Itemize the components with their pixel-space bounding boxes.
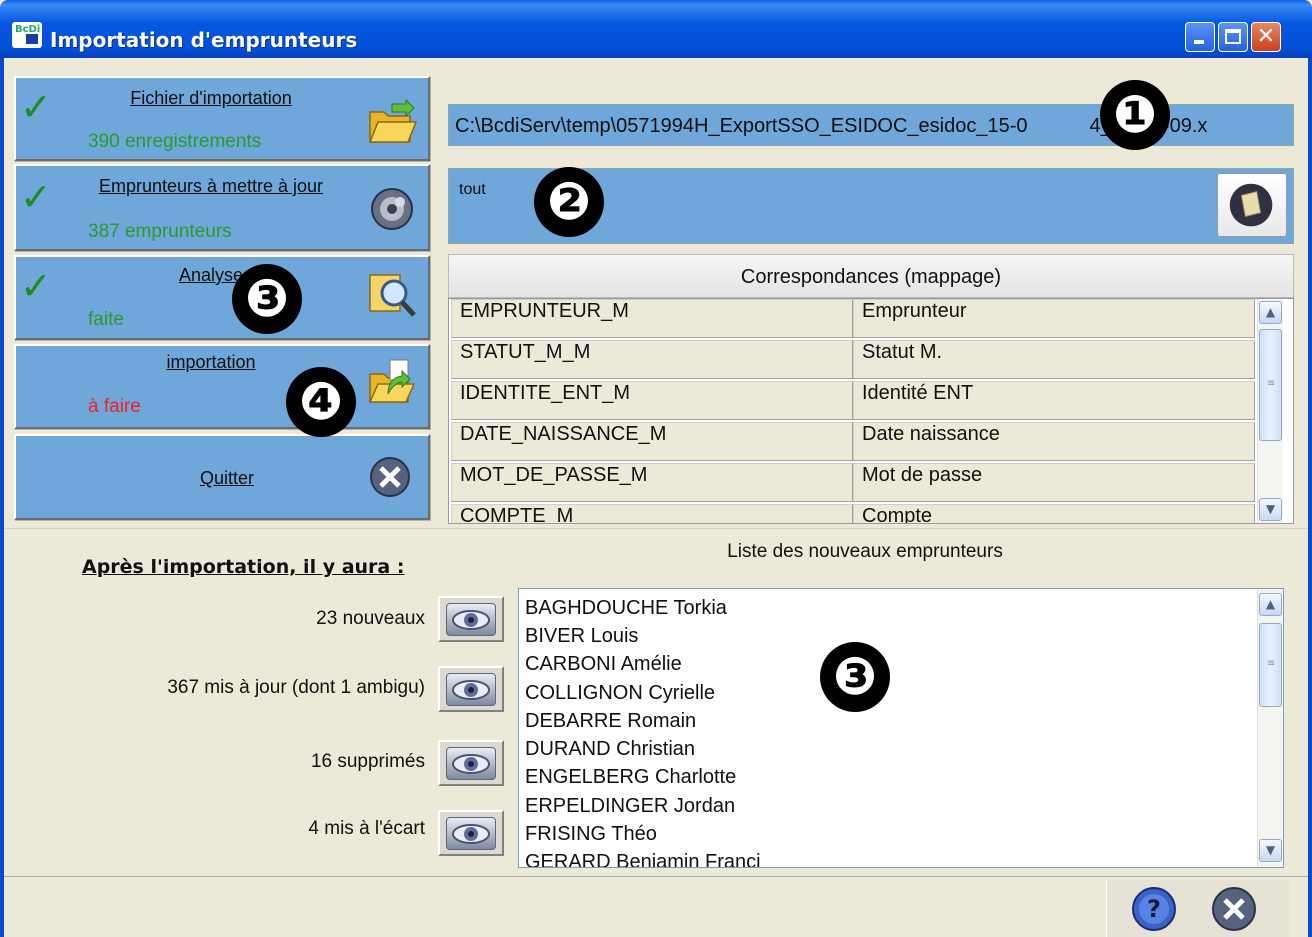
- annotation-marker: ❸: [820, 642, 890, 712]
- annotation-marker: ❹: [286, 367, 356, 437]
- mapping-label: Emprunteur: [853, 299, 1255, 338]
- eye-icon: [446, 603, 496, 636]
- scroll-down-button[interactable]: ▼: [1259, 839, 1282, 862]
- scroll-thumb[interactable]: ≡: [1259, 623, 1282, 707]
- mapping-row[interactable]: IDENTITE_ENT_M Identité ENT: [451, 381, 1293, 422]
- mapping-row[interactable]: EMPRUNTEUR_M Emprunteur: [451, 299, 1293, 340]
- title-bar[interactable]: BcDi Importation d'emprunteurs ✕: [0, 0, 1312, 58]
- mapping-label: Date naissance: [853, 422, 1255, 461]
- file-path-text: C:\BcdiServ\temp\0571994H_ExportSSO_ESID…: [455, 115, 1028, 137]
- step-analysis[interactable]: ✓ Analyse faite: [14, 255, 430, 340]
- list-item[interactable]: ERPELDINGER Jordan: [525, 795, 735, 818]
- step-import-file[interactable]: ✓ Fichier d'importation 390 enregistreme…: [14, 76, 430, 161]
- import-window: BcDi Importation d'emprunteurs ✕ ✓ Fichi…: [0, 0, 1312, 937]
- magnifier-icon[interactable]: [366, 269, 418, 319]
- step-title[interactable]: Emprunteurs à mettre à jour: [16, 176, 406, 197]
- list-item[interactable]: GERARD Benjamin Franci: [525, 851, 761, 867]
- list-item[interactable]: DEBARRE Romain: [525, 710, 696, 733]
- step-status: 387 emprunteurs: [88, 221, 232, 242]
- maximize-icon: [1225, 29, 1241, 44]
- mapping-field: IDENTITE_ENT_M: [451, 381, 853, 420]
- mapping-label: Identité ENT: [853, 381, 1255, 420]
- filter-button-icon: [1229, 183, 1273, 227]
- mapping-row[interactable]: STATUT_M_M Statut M.: [451, 340, 1293, 381]
- close-icon[interactable]: [1211, 886, 1257, 932]
- view-set-aside-button[interactable]: [438, 810, 504, 856]
- mapping-label: Statut M.: [853, 340, 1255, 379]
- scroll-up-button[interactable]: ▲: [1259, 593, 1282, 616]
- summary-title: Après l'importation, il y aura :: [82, 556, 405, 578]
- eye-icon: [446, 817, 496, 850]
- footer-buttons: ?: [1106, 880, 1289, 937]
- quit-label[interactable]: Quitter: [32, 468, 422, 489]
- view-new-button[interactable]: [438, 596, 504, 642]
- list-item[interactable]: BAGHDOUCHE Torkia: [525, 597, 727, 620]
- mapping-field: EMPRUNTEUR_M: [451, 299, 853, 338]
- stat-new: 23 nouveaux: [316, 608, 425, 629]
- mapping-row[interactable]: DATE_NAISSANCE_M Date naissance: [451, 422, 1293, 463]
- list-item[interactable]: BIVER Louis: [525, 625, 638, 648]
- minimize-button[interactable]: [1185, 22, 1215, 52]
- step-quit[interactable]: Quitter: [14, 434, 430, 520]
- mapping-row[interactable]: MOT_DE_PASSE_M Mot de passe: [451, 463, 1293, 504]
- step-import[interactable]: importation à faire: [14, 344, 430, 429]
- mapping-field: DATE_NAISSANCE_M: [451, 422, 853, 461]
- list-item[interactable]: ENGELBERG Charlotte: [525, 766, 736, 789]
- minimize-icon: [1194, 40, 1204, 44]
- close-window-button[interactable]: ✕: [1251, 22, 1281, 52]
- annotation-marker: ❶: [1100, 80, 1170, 150]
- step-title[interactable]: importation: [16, 352, 406, 373]
- mapping-label: Mot de passe: [853, 463, 1255, 502]
- scroll-thumb[interactable]: ≡: [1259, 329, 1282, 441]
- help-icon[interactable]: ?: [1131, 886, 1177, 932]
- eye-icon: [446, 747, 496, 780]
- step-borrowers-update[interactable]: ✓ Emprunteurs à mettre à jour 387 emprun…: [14, 164, 430, 251]
- list-item[interactable]: DURAND Christian: [525, 738, 695, 761]
- step-status: 390 enregistrements: [88, 131, 262, 152]
- folder-open-icon[interactable]: [366, 98, 418, 148]
- mapping-header: Correspondances (mappage): [448, 254, 1294, 298]
- view-updated-button[interactable]: [438, 666, 504, 712]
- scroll-down-button[interactable]: ▼: [1259, 498, 1282, 521]
- mapping-scrollbar[interactable]: ▲ ≡ ▼: [1257, 299, 1283, 523]
- filter-button[interactable]: [1217, 173, 1287, 237]
- list-item[interactable]: CARBONI Amélie: [525, 653, 682, 676]
- step-title[interactable]: Fichier d'importation: [16, 88, 406, 109]
- mapping-row[interactable]: COMPTE_M Compte: [451, 504, 1293, 523]
- close-circle-icon[interactable]: [366, 452, 418, 502]
- view-deleted-button[interactable]: [438, 740, 504, 786]
- step-status: faite: [88, 309, 124, 330]
- borrowers-scrollbar[interactable]: ▲ ≡ ▼: [1257, 589, 1283, 867]
- scroll-up-button[interactable]: ▲: [1259, 301, 1282, 324]
- annotation-marker: ❸: [232, 264, 302, 334]
- mapping-field: STATUT_M_M: [451, 340, 853, 379]
- mapping-label: Compte: [853, 504, 1255, 523]
- close-x-icon: ✕: [1256, 24, 1276, 49]
- svg-text:?: ?: [1147, 895, 1161, 923]
- step-status: à faire: [88, 396, 141, 417]
- stat-set-aside: 4 mis à l'écart: [308, 818, 425, 839]
- stat-updated: 367 mis à jour (dont 1 ambigu): [167, 677, 425, 698]
- stat-deleted: 16 supprimés: [310, 751, 425, 772]
- new-borrowers-title: Liste des nouveaux emprunteurs: [727, 541, 1003, 562]
- mapping-field: MOT_DE_PASSE_M: [451, 463, 853, 502]
- list-item[interactable]: FRISING Théo: [525, 823, 657, 846]
- import-folder-icon[interactable]: [366, 358, 418, 408]
- window-title: Importation d'emprunteurs: [50, 28, 358, 52]
- list-item[interactable]: COLLIGNON Cyrielle: [525, 682, 715, 705]
- annotation-marker: ❷: [534, 167, 604, 237]
- mapping-list[interactable]: EMPRUNTEUR_M Emprunteur STATUT_M_M Statu…: [448, 298, 1294, 524]
- app-icon: BcDi: [12, 22, 42, 48]
- new-borrowers-list[interactable]: BAGHDOUCHE Torkia BIVER Louis CARBONI Am…: [518, 588, 1284, 868]
- filter-value: tout: [459, 181, 486, 198]
- step-title[interactable]: Analyse: [16, 265, 406, 286]
- eye-icon: [446, 673, 496, 706]
- gear-icon[interactable]: [366, 184, 418, 234]
- maximize-button[interactable]: [1218, 22, 1248, 52]
- mapping-field: COMPTE_M: [451, 504, 853, 523]
